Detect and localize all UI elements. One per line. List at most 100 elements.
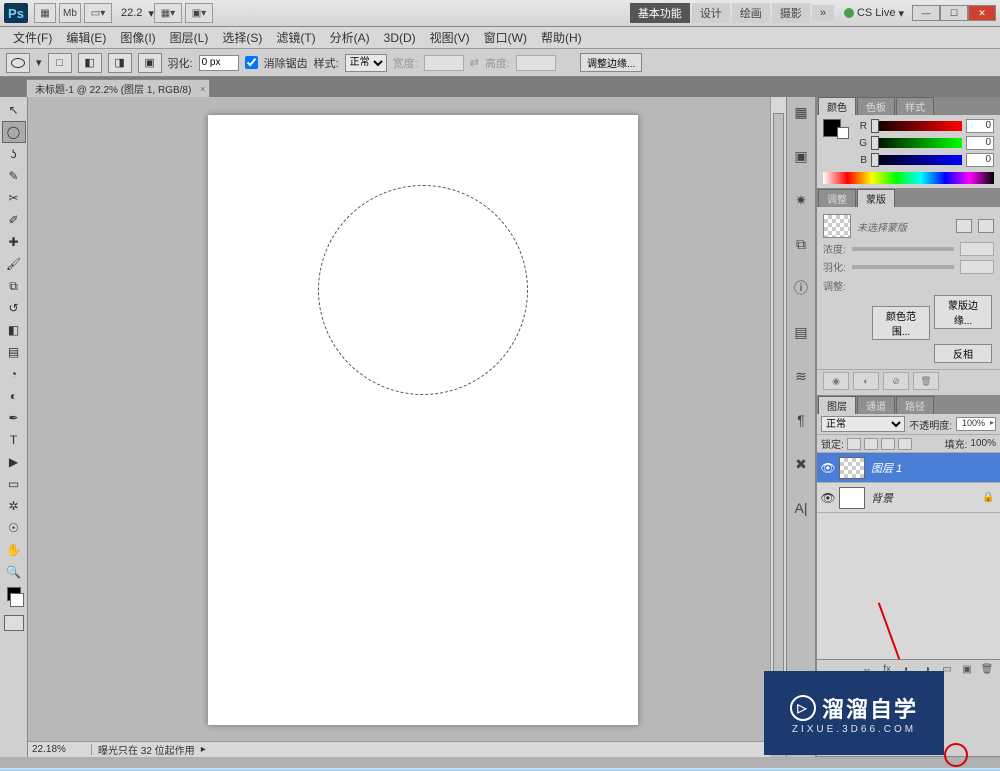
swatches-panel-icon[interactable]: ▤ — [790, 321, 812, 343]
tab-masks[interactable]: 蒙版 — [857, 189, 895, 207]
elliptical-marquee-tool[interactable]: ◯ — [2, 121, 26, 143]
b-value[interactable]: 0 — [966, 153, 994, 167]
gradient-tool[interactable]: ▤ — [2, 341, 26, 363]
tool-presets-icon[interactable]: ✖ — [790, 453, 812, 475]
add-vector-mask-icon[interactable] — [978, 219, 994, 233]
brush-presets-icon[interactable]: ✷ — [790, 189, 812, 211]
r-slider[interactable] — [871, 121, 962, 131]
workspace-design[interactable]: 设计 — [692, 3, 730, 23]
tab-adjustments[interactable]: 调整 — [818, 189, 856, 207]
styles-panel-icon[interactable]: ≋ — [790, 365, 812, 387]
actions-panel-icon[interactable]: ▣ — [790, 145, 812, 167]
pen-tool[interactable]: ✒ — [2, 407, 26, 429]
selection-add-icon[interactable]: ◧ — [78, 53, 102, 73]
b-slider[interactable] — [871, 155, 962, 165]
layer-thumb[interactable] — [839, 487, 865, 509]
tab-styles[interactable]: 样式 — [896, 97, 934, 115]
tab-swatches[interactable]: 色板 — [857, 97, 895, 115]
eraser-tool[interactable]: ◧ — [2, 319, 26, 341]
mask-icon-3[interactable]: ⊘ — [883, 372, 909, 390]
clone-stamp-tool[interactable]: ⧉ — [2, 275, 26, 297]
lock-all-icon[interactable] — [898, 438, 912, 450]
layer-row-1[interactable]: 👁 图层 1 — [817, 453, 1000, 483]
opacity-value[interactable]: 100% — [956, 417, 996, 431]
history-panel-icon[interactable]: ▦ — [790, 101, 812, 123]
zoom-tool[interactable]: 🔍 — [2, 561, 26, 583]
blur-tool[interactable]: ◔ — [2, 363, 26, 385]
workspace-essentials[interactable]: 基本功能 — [630, 3, 690, 23]
layer-name[interactable]: 图层 1 — [871, 460, 1000, 476]
document-canvas[interactable] — [208, 115, 638, 725]
workspace-photo[interactable]: 摄影 — [772, 3, 810, 23]
window-minimize[interactable]: — — [912, 5, 940, 21]
type-tool[interactable]: T — [2, 429, 26, 451]
mask-icon-1[interactable]: ◉ — [823, 372, 849, 390]
selection-new-icon[interactable]: □ — [48, 53, 72, 73]
lock-position-icon[interactable] — [881, 438, 895, 450]
delete-layer-icon[interactable]: 🗑 — [980, 664, 994, 676]
zoom-percent[interactable]: 22.18% — [28, 744, 92, 755]
workspace-paint[interactable]: 绘画 — [732, 3, 770, 23]
character-panel-icon[interactable]: A| — [790, 497, 812, 519]
workspace-more[interactable]: » — [812, 5, 834, 21]
bridge-icon[interactable]: ▦ — [34, 3, 56, 23]
active-tool-icon[interactable] — [6, 53, 30, 73]
document-tab[interactable]: 未标题-1 @ 22.2% (图层 1, RGB/8) × — [26, 79, 210, 97]
layer-name[interactable]: 背景 — [871, 490, 982, 506]
tab-color[interactable]: 颜色 — [818, 97, 856, 115]
lock-image-icon[interactable] — [864, 438, 878, 450]
layer-thumb[interactable] — [839, 457, 865, 479]
background-swatch[interactable] — [10, 593, 24, 607]
menu-3d[interactable]: 3D(D) — [377, 29, 423, 47]
window-close[interactable]: ✕ — [968, 5, 996, 21]
menu-file[interactable]: 文件(F) — [6, 27, 59, 48]
tab-channels[interactable]: 通道 — [857, 396, 895, 414]
layer-visibility-icon[interactable]: 👁 — [817, 461, 839, 475]
vertical-scrollbar[interactable] — [770, 97, 786, 741]
shape-tool[interactable]: ▭ — [2, 473, 26, 495]
feather-input[interactable] — [199, 55, 239, 71]
eyedropper-tool[interactable]: ✐ — [2, 209, 26, 231]
view-extras-dropdown[interactable]: ▭▾ — [84, 3, 112, 23]
mask-icon-2[interactable]: ◐ — [853, 372, 879, 390]
info-panel-icon[interactable]: ⓘ — [790, 277, 812, 299]
menu-filter[interactable]: 滤镜(T) — [269, 27, 322, 48]
menu-image[interactable]: 图像(I) — [113, 27, 162, 48]
window-maximize[interactable]: ☐ — [940, 5, 968, 21]
document-tab-close-icon[interactable]: × — [200, 84, 205, 94]
g-slider[interactable] — [871, 138, 962, 148]
selection-intersect-icon[interactable]: ▣ — [138, 53, 162, 73]
path-select-tool[interactable]: ▶ — [2, 451, 26, 473]
minibridge-icon[interactable]: Mb — [59, 3, 81, 23]
new-layer-icon[interactable]: ▣ — [960, 664, 974, 676]
brush-tool[interactable]: 🖌 — [2, 253, 26, 275]
menu-help[interactable]: 帮助(H) — [534, 27, 589, 48]
menu-analysis[interactable]: 分析(A) — [323, 27, 377, 48]
3d-tool[interactable]: ✲ — [2, 495, 26, 517]
fill-value[interactable]: 100% — [970, 438, 996, 449]
crop-tool[interactable]: ✂ — [2, 187, 26, 209]
hand-tool[interactable]: ✋ — [2, 539, 26, 561]
style-select[interactable]: 正常 — [345, 54, 387, 72]
layer-row-bg[interactable]: 👁 背景 🔒 — [817, 483, 1000, 513]
mask-icon-4[interactable]: 🗑 — [913, 372, 939, 390]
antialias-checkbox[interactable] — [245, 56, 258, 69]
paragraph-panel-icon[interactable]: ¶ — [790, 409, 812, 431]
quick-mask-icon[interactable] — [4, 615, 24, 631]
menu-window[interactable]: 窗口(W) — [477, 27, 534, 48]
g-value[interactable]: 0 — [966, 136, 994, 150]
healing-brush-tool[interactable]: ✚ — [2, 231, 26, 253]
quick-select-tool[interactable]: ✎ — [2, 165, 26, 187]
selection-subtract-icon[interactable]: ◨ — [108, 53, 132, 73]
menu-layer[interactable]: 图层(L) — [163, 27, 216, 48]
tab-paths[interactable]: 路径 — [896, 396, 934, 414]
r-value[interactable]: 0 — [966, 119, 994, 133]
dodge-tool[interactable]: ◐ — [2, 385, 26, 407]
layer-visibility-icon[interactable]: 👁 — [817, 491, 839, 505]
mask-edge-button[interactable]: 蒙版边缘... — [934, 295, 992, 329]
refine-edge-button[interactable]: 调整边缘... — [580, 53, 642, 72]
move-tool[interactable]: ↖ — [2, 99, 26, 121]
arrange-docs-dropdown[interactable]: ▦▾ — [154, 3, 182, 23]
add-pixel-mask-icon[interactable] — [956, 219, 972, 233]
tab-layers[interactable]: 图层 — [818, 396, 856, 414]
